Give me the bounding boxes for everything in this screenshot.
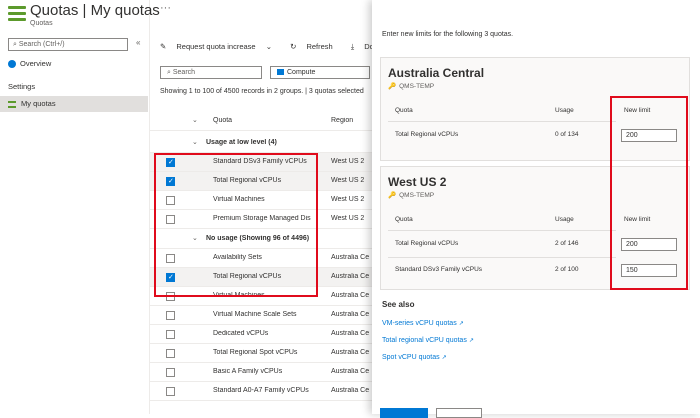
request-quota-increase-button[interactable]: ✎ Request quota increase ⌄ xyxy=(160,42,280,51)
chevron-down-icon: ⌄ xyxy=(265,42,272,51)
nav-section-settings: Settings xyxy=(8,82,36,91)
quota-name: Total Regional Spot vCPUs xyxy=(213,349,298,357)
quota-name: Basic A Family vCPUs xyxy=(213,368,283,376)
nav-search-input[interactable]: ⌕ Search (Ctrl+/) xyxy=(8,38,128,51)
page-subtitle: Quotas xyxy=(30,20,53,27)
table-row[interactable]: Dedicated vCPUs Australia Ce xyxy=(150,325,372,344)
column-header-quota: Quota xyxy=(395,107,413,114)
external-link-icon: ↗ xyxy=(458,321,464,327)
key-icon: 🔑 xyxy=(388,192,397,199)
chevron-down-icon[interactable]: ⌄ xyxy=(192,138,198,146)
key-icon: 🔑 xyxy=(388,83,397,90)
divider xyxy=(388,121,616,122)
page-title: Quotas | My quotas xyxy=(30,2,160,19)
quota-usage: 2 of 100 xyxy=(555,266,579,273)
quota-region: Australia Ce xyxy=(331,349,370,357)
table-row[interactable]: Total Regional Spot vCPUs Australia Ce xyxy=(150,344,372,364)
quota-region: West US 2 xyxy=(331,177,365,185)
table-row[interactable]: Basic A Family vCPUs Australia Ce xyxy=(150,363,372,383)
quota-name: Dedicated vCPUs xyxy=(213,330,269,337)
refresh-button[interactable]: ↻ Refresh xyxy=(290,42,341,51)
grid-header-row: ⌄ Quota Region xyxy=(150,112,372,131)
selection-highlight xyxy=(154,153,318,297)
quota-region: West US 2 xyxy=(331,215,365,223)
nav-item-overview[interactable]: Overview xyxy=(8,59,51,69)
quota-region: Australia Ce xyxy=(331,368,370,376)
quota-region: Australia Ce xyxy=(331,310,370,318)
group-row[interactable]: ⌄ Usage at low level (4) xyxy=(150,134,372,153)
download-icon: ⤓ xyxy=(350,42,357,51)
quota-region: West US 2 xyxy=(331,196,365,204)
collapse-nav-button[interactable]: « xyxy=(136,38,140,47)
link-total-regional-quotas[interactable]: Total regional vCPU quotas ↗ xyxy=(382,337,474,344)
quota-region: Australia Ce xyxy=(331,291,370,299)
quota-region: Australia Ce xyxy=(331,253,370,261)
panel-intro-text: Enter new limits for the following 3 quo… xyxy=(382,31,514,38)
row-checkbox[interactable] xyxy=(166,310,175,320)
quota-usage: 0 of 134 xyxy=(555,131,579,138)
quota-name: Total Regional vCPUs xyxy=(395,131,459,138)
external-link-icon: ↗ xyxy=(468,338,474,344)
link-vm-series-quotas[interactable]: VM-series vCPU quotas ↗ xyxy=(382,320,464,327)
nav-item-my-quotas[interactable]: My quotas xyxy=(0,96,148,112)
column-header-usage: Usage xyxy=(555,107,574,114)
quota-usage: 2 of 146 xyxy=(555,240,579,247)
new-limit-highlight xyxy=(610,96,688,290)
quota-name: Usage at low level (4) xyxy=(206,139,277,146)
records-summary: Showing 1 to 100 of 4500 records in 2 gr… xyxy=(160,88,364,95)
row-checkbox[interactable] xyxy=(166,330,175,339)
divider xyxy=(388,230,616,231)
see-also-heading: See also xyxy=(382,300,415,309)
row-checkbox[interactable] xyxy=(166,349,175,359)
quota-region: Australia Ce xyxy=(331,330,370,337)
column-header-region[interactable]: Region xyxy=(331,117,372,124)
quota-name: Virtual Machine Scale Sets xyxy=(213,310,297,318)
external-link-icon: ↗ xyxy=(441,355,447,361)
save-button[interactable] xyxy=(380,408,428,418)
overview-icon xyxy=(8,60,16,69)
region-title: West US 2 xyxy=(388,175,447,189)
edit-icon: ✎ xyxy=(160,42,169,51)
row-checkbox[interactable] xyxy=(166,368,175,378)
quota-region: Australia Ce xyxy=(331,272,370,280)
quota-region: West US 2 xyxy=(331,158,365,166)
quota-name: Total Regional vCPUs xyxy=(395,240,459,247)
divider xyxy=(388,257,616,258)
refresh-icon: ↻ xyxy=(290,42,299,51)
cancel-button[interactable] xyxy=(436,408,482,418)
grid-search-input[interactable]: ⌕ Search xyxy=(160,66,262,79)
row-checkbox[interactable] xyxy=(166,387,175,397)
compute-icon xyxy=(277,69,284,76)
quotas-icon xyxy=(8,6,26,22)
region-title: Australia Central xyxy=(388,66,485,80)
column-header-usage: Usage xyxy=(555,216,574,223)
quota-name: Standard A0-A7 Family vCPUs xyxy=(213,387,309,395)
quota-region: Australia Ce xyxy=(331,387,370,395)
subscription-label: 🔑 QMS-TEMP xyxy=(388,192,435,199)
more-options-button[interactable]: ··· xyxy=(160,2,171,14)
table-row[interactable]: Standard A0-A7 Family vCPUs Australia Ce xyxy=(150,382,372,402)
column-header-quota[interactable]: Quota xyxy=(213,117,333,124)
quotas-icon xyxy=(8,100,16,108)
provider-dropdown[interactable]: Compute xyxy=(270,66,370,79)
subscription-label: 🔑 QMS-TEMP xyxy=(388,83,435,90)
chevron-down-icon[interactable]: ⌄ xyxy=(192,116,198,124)
column-header-quota: Quota xyxy=(395,216,413,223)
link-spot-quotas[interactable]: Spot vCPU quotas ↗ xyxy=(382,354,447,361)
table-row[interactable]: Virtual Machine Scale Sets Australia Ce xyxy=(150,306,372,325)
quota-name: Standard DSv3 Family vCPUs xyxy=(395,266,483,273)
